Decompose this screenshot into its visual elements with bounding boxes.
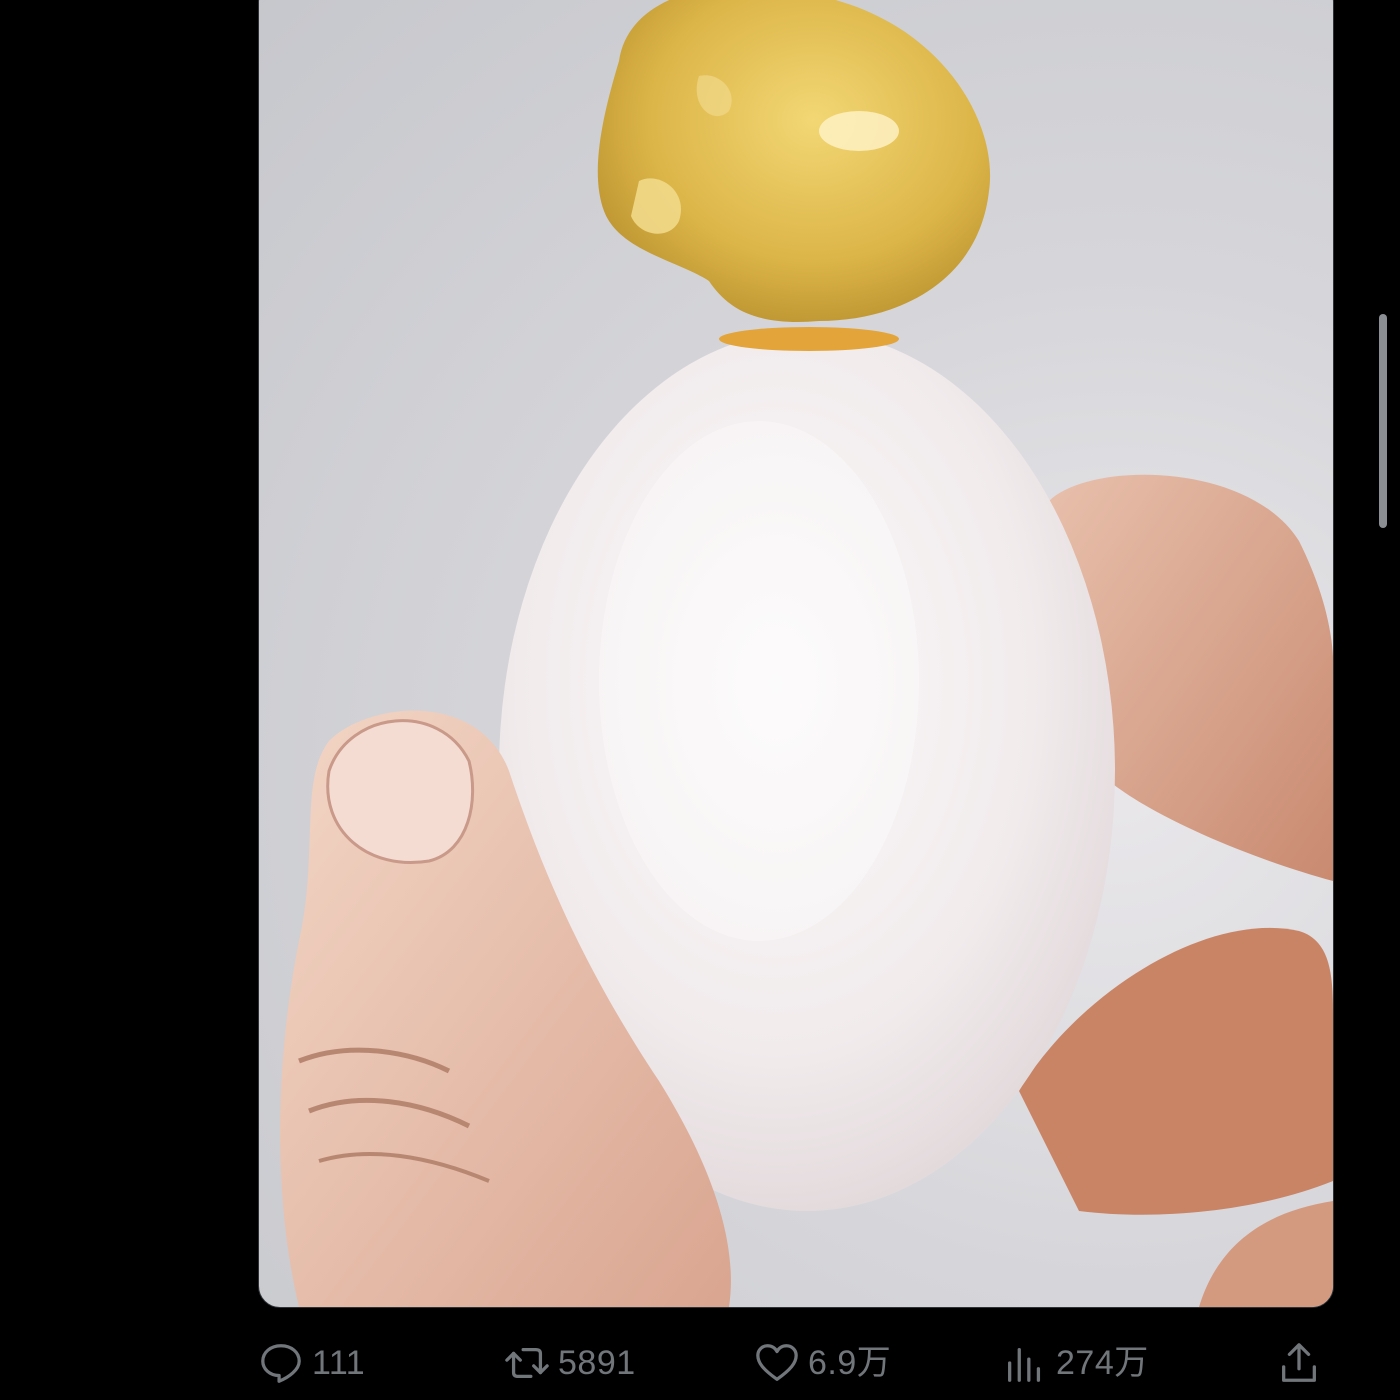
scrollbar[interactable] (1379, 314, 1387, 528)
heart-icon (756, 1344, 798, 1381)
views-button[interactable]: 274万 (1002, 1338, 1149, 1388)
yolk-shine (819, 111, 899, 151)
reply-button[interactable]: 111 (258, 1338, 365, 1388)
post-action-bar: 111 5891 6.9万 274万 (258, 1326, 1332, 1400)
like-count: 6.9万 (808, 1344, 892, 1382)
egg-highlight (599, 421, 919, 941)
share-button[interactable] (1276, 1338, 1322, 1388)
like-button[interactable]: 6.9万 (754, 1338, 891, 1388)
repost-button[interactable]: 5891 (504, 1338, 636, 1388)
reply-icon (261, 1344, 301, 1383)
finger-bottom (1199, 1201, 1333, 1307)
views-icon (1008, 1347, 1041, 1382)
yolk-base (719, 327, 899, 351)
reply-count: 111 (312, 1344, 366, 1382)
thumbnail (326, 719, 475, 864)
views-count: 274万 (1056, 1344, 1149, 1382)
post-view: 111 5891 6.9万 274万 (0, 0, 1400, 1400)
share-icon (1282, 1343, 1316, 1382)
post-photo[interactable] (258, 0, 1334, 1308)
repost-icon (505, 1347, 549, 1379)
egg-photo (280, 0, 1333, 1307)
yolk (597, 0, 991, 322)
repost-count: 5891 (558, 1344, 636, 1382)
